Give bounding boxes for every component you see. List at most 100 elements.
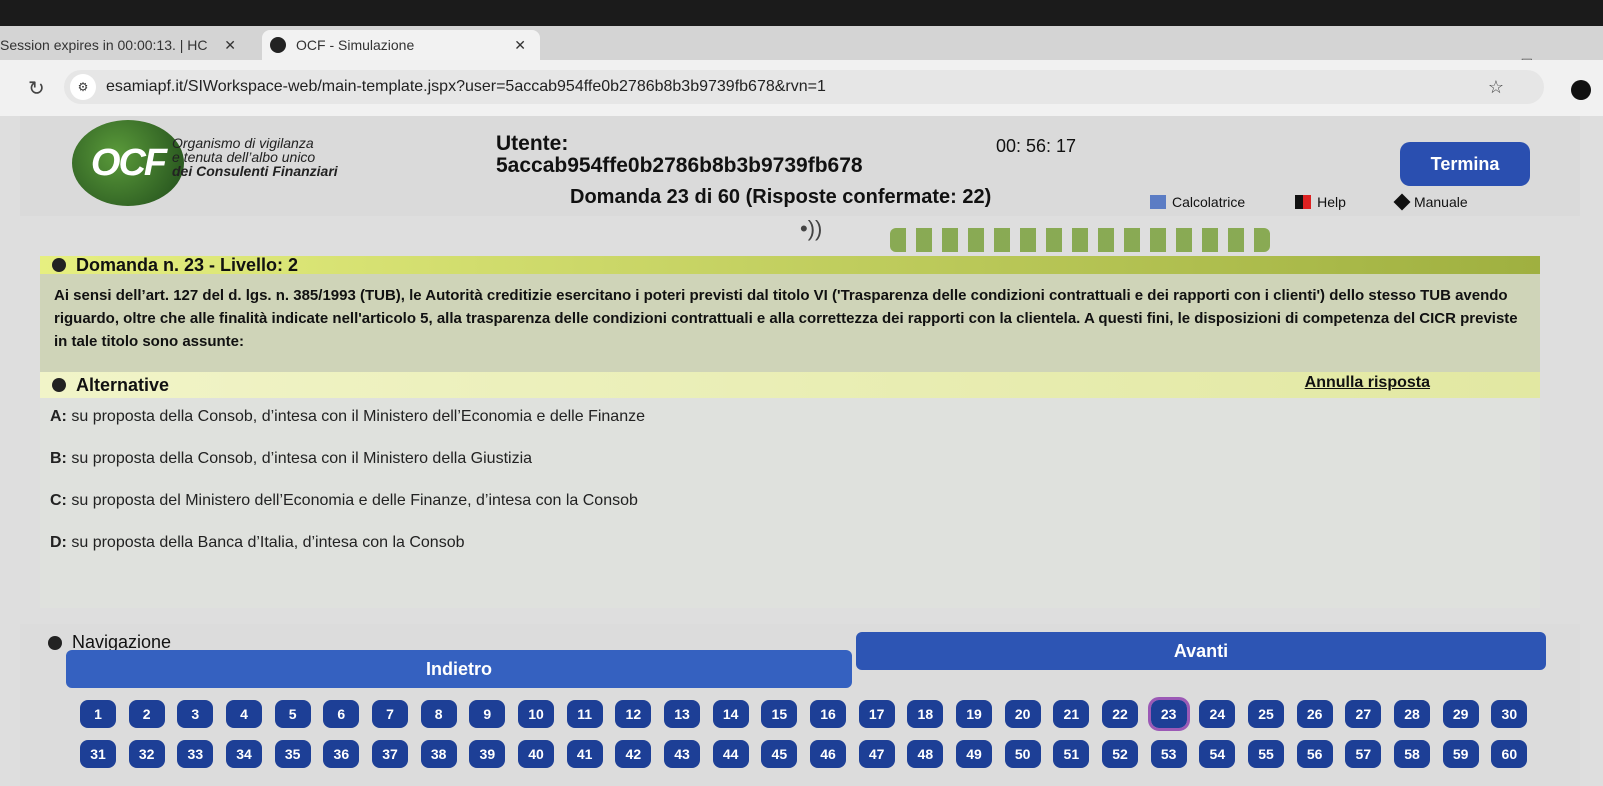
question-nav-button-20[interactable]: 20 <box>1004 700 1041 728</box>
question-nav-button-48[interactable]: 48 <box>907 740 944 768</box>
help-label: Help <box>1317 194 1346 210</box>
question-nav-button-59[interactable]: 59 <box>1442 740 1479 768</box>
question-panel: Domanda n. 23 - Livello: 2 Ai sensi dell… <box>40 255 1540 374</box>
bookmark-star-icon[interactable]: ☆ <box>1488 77 1504 98</box>
url-text[interactable]: esamiapf.it/SIWorkspace-web/main-templat… <box>106 78 826 96</box>
audio-icon[interactable]: •)) <box>800 216 822 242</box>
omnibox[interactable]: ⚙ esamiapf.it/SIWorkspace-web/main-templ… <box>64 70 1544 104</box>
question-nav-button-53[interactable]: 53 <box>1150 740 1187 768</box>
question-nav-button-37[interactable]: 37 <box>372 740 408 768</box>
question-nav-button-38[interactable]: 38 <box>420 740 457 768</box>
site-info-icon[interactable]: ⚙ <box>70 74 96 100</box>
collapse-bullet-icon[interactable] <box>52 258 66 272</box>
question-nav-button-15[interactable]: 15 <box>761 700 798 728</box>
question-nav-button-3[interactable]: 3 <box>177 700 214 728</box>
close-icon[interactable]: ✕ <box>514 37 526 54</box>
org-line-1: Organismo di vigilanza <box>172 135 314 151</box>
reload-icon[interactable]: ↻ <box>28 76 45 101</box>
calcolatrice-link[interactable]: Calcolatrice <box>1150 194 1245 210</box>
question-nav-button-44[interactable]: 44 <box>712 740 749 768</box>
alternative-c[interactable]: C: su proposta del Ministero dell’Econom… <box>50 492 1540 534</box>
question-nav-button-9[interactable]: 9 <box>469 700 506 728</box>
help-icon <box>1295 195 1312 209</box>
question-nav-button-17[interactable]: 17 <box>858 700 895 728</box>
question-nav-button-30[interactable]: 30 <box>1491 700 1528 728</box>
collapse-bullet-icon[interactable] <box>48 635 62 650</box>
alternative-b[interactable]: B: su proposta della Consob, d’intesa co… <box>50 450 1540 492</box>
avanti-button[interactable]: Avanti <box>856 632 1546 670</box>
question-nav-button-46[interactable]: 46 <box>810 740 846 768</box>
question-nav-button-22[interactable]: 22 <box>1102 700 1138 728</box>
question-nav-button-8[interactable]: 8 <box>420 700 457 728</box>
question-nav-button-14[interactable]: 14 <box>712 700 749 728</box>
question-nav-button-35[interactable]: 35 <box>274 740 311 768</box>
question-nav-button-40[interactable]: 40 <box>518 740 554 768</box>
alternative-key: B: <box>50 450 67 467</box>
question-nav-button-26[interactable]: 26 <box>1296 700 1333 728</box>
question-nav-button-39[interactable]: 39 <box>469 740 506 768</box>
question-nav-button-55[interactable]: 55 <box>1248 740 1284 768</box>
question-nav-button-56[interactable]: 56 <box>1296 740 1333 768</box>
org-line-2: e tenuta dell’albo unico <box>172 149 316 165</box>
question-nav-button-43[interactable]: 43 <box>664 740 700 768</box>
question-nav-button-31[interactable]: 31 <box>80 740 116 768</box>
calcolatrice-label: Calcolatrice <box>1172 194 1246 210</box>
manuale-label: Manuale <box>1413 194 1468 210</box>
question-nav-button-58[interactable]: 58 <box>1394 740 1430 768</box>
question-nav-button-19[interactable]: 19 <box>956 700 992 728</box>
alternative-key: D: <box>50 534 67 551</box>
annulla-risposta-link[interactable]: Annulla risposta <box>1305 374 1430 392</box>
question-nav-button-41[interactable]: 41 <box>566 740 603 768</box>
question-nav-button-36[interactable]: 36 <box>323 740 360 768</box>
question-nav-button-54[interactable]: 54 <box>1199 740 1236 768</box>
question-nav-button-6[interactable]: 6 <box>323 700 360 728</box>
question-nav-button-7[interactable]: 7 <box>372 700 408 728</box>
question-nav-button-33[interactable]: 33 <box>177 740 214 768</box>
alternative-d[interactable]: D: su proposta della Banca d’Italia, d’i… <box>50 534 1540 576</box>
tab-ocf[interactable]: OCF - Simulazione ✕ <box>262 30 540 60</box>
question-nav-button-29[interactable]: 29 <box>1442 700 1479 728</box>
question-nav-button-2[interactable]: 2 <box>128 700 165 728</box>
question-nav-button-32[interactable]: 32 <box>128 740 165 768</box>
question-nav-button-1[interactable]: 1 <box>80 700 116 728</box>
question-nav-button-42[interactable]: 42 <box>615 740 652 768</box>
close-icon[interactable]: ✕ <box>224 37 236 54</box>
question-nav-button-21[interactable]: 21 <box>1053 700 1090 728</box>
question-nav-button-34[interactable]: 34 <box>226 740 262 768</box>
question-nav-button-52[interactable]: 52 <box>1102 740 1138 768</box>
question-nav-button-51[interactable]: 51 <box>1053 740 1090 768</box>
question-nav-button-45[interactable]: 45 <box>761 740 798 768</box>
question-nav-button-13[interactable]: 13 <box>664 700 700 728</box>
manuale-link[interactable]: Manuale <box>1393 193 1468 211</box>
question-nav-button-24[interactable]: 24 <box>1199 700 1236 728</box>
alternative-key: C: <box>50 492 67 509</box>
indietro-button[interactable]: Indietro <box>66 650 852 688</box>
question-nav-button-28[interactable]: 28 <box>1394 700 1430 728</box>
question-nav-button-23[interactable]: 23 <box>1147 697 1190 731</box>
question-nav-button-4[interactable]: 4 <box>226 700 262 728</box>
question-nav-button-12[interactable]: 12 <box>615 700 652 728</box>
question-nav-button-5[interactable]: 5 <box>274 700 311 728</box>
help-link[interactable]: Help <box>1295 194 1346 210</box>
question-nav-button-25[interactable]: 25 <box>1248 700 1284 728</box>
profile-avatar[interactable] <box>1571 80 1591 100</box>
question-nav-button-16[interactable]: 16 <box>810 700 846 728</box>
calculator-icon <box>1150 195 1166 209</box>
question-nav-button-27[interactable]: 27 <box>1345 700 1382 728</box>
question-nav-button-11[interactable]: 11 <box>566 700 603 728</box>
question-nav-button-47[interactable]: 47 <box>858 740 895 768</box>
question-nav-button-60[interactable]: 60 <box>1491 740 1528 768</box>
question-nav-button-18[interactable]: 18 <box>907 700 944 728</box>
tab-favicon-icon <box>270 37 286 53</box>
tab-session[interactable]: Session expires in 00:00:13. | HC ✕ <box>0 30 250 60</box>
question-nav-button-10[interactable]: 10 <box>518 700 554 728</box>
termina-button[interactable]: Termina <box>1400 142 1530 186</box>
question-nav-button-50[interactable]: 50 <box>1004 740 1041 768</box>
question-nav-button-57[interactable]: 57 <box>1345 740 1382 768</box>
navigation-panel: Navigazione Avanti Indietro 1 2 3 4 5 6 7 8 9 10 1… <box>20 624 1580 786</box>
question-nav-button-49[interactable]: 49 <box>956 740 992 768</box>
alternatives-header: Alternative Annulla risposta <box>40 372 1540 398</box>
collapse-bullet-icon[interactable] <box>52 378 66 392</box>
tab-title: Session expires in 00:00:13. | HC <box>0 37 208 53</box>
alternative-a[interactable]: A: su proposta della Consob, d’intesa co… <box>50 408 1540 450</box>
